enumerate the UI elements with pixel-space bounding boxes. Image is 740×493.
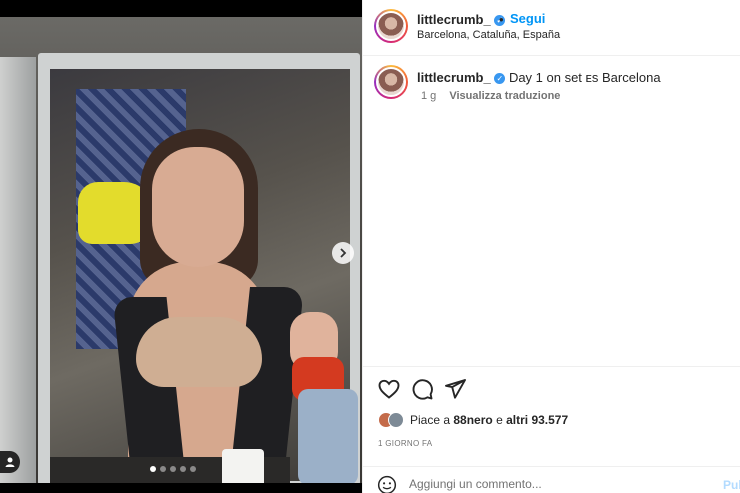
carousel-dot xyxy=(160,466,166,472)
carousel-dot xyxy=(170,466,176,472)
post-panel: littlecrumb_ ✓ • Segui Barcelona, Catalu… xyxy=(362,0,740,493)
blue-sleeve xyxy=(298,389,358,483)
comment-bar: Pul xyxy=(363,466,740,493)
caption-avatar[interactable] xyxy=(374,65,408,99)
caption-text-row: littlecrumb_ ✓ Day 1 on set ᴇs Barcelona xyxy=(417,70,661,85)
post-time-ago[interactable]: 1 GIORNO FA xyxy=(378,439,432,448)
translate-link[interactable]: Visualizza traduzione xyxy=(449,90,560,102)
post-actions: Piace a 88nero e altri 93.577 1 GIORNO F… xyxy=(363,366,740,466)
mirror-side-panel xyxy=(0,57,36,483)
comment-icon[interactable] xyxy=(410,377,434,401)
carousel-dots xyxy=(150,466,196,472)
author-username-row[interactable]: littlecrumb_ ✓ xyxy=(417,12,506,27)
next-slide-button[interactable] xyxy=(332,242,354,264)
author-avatar[interactable] xyxy=(374,9,408,43)
caption-time[interactable]: 1 g xyxy=(421,90,436,102)
likes-user[interactable]: 88nero xyxy=(453,413,492,427)
author-username[interactable]: littlecrumb_ xyxy=(417,12,491,27)
likes-others[interactable]: altri 93.577 xyxy=(506,413,568,427)
paper-cup xyxy=(222,449,264,483)
post-photo xyxy=(0,17,362,483)
heart-icon[interactable] xyxy=(377,377,401,401)
chevron-right-icon xyxy=(340,248,347,258)
likes-middle: e xyxy=(496,413,503,427)
figure-top xyxy=(136,317,262,387)
likes-prefix: Piace a xyxy=(410,413,451,427)
send-icon[interactable] xyxy=(443,377,467,401)
user-tag-icon xyxy=(5,457,15,467)
verified-badge-icon: ✓ xyxy=(494,73,506,84)
caption-body: Day 1 on set ᴇs Barcelona xyxy=(508,70,661,85)
likes-row: Piace a 88nero e altri 93.577 xyxy=(378,412,568,428)
figure-face xyxy=(152,147,244,267)
follow-button[interactable]: Segui xyxy=(510,11,545,26)
location-link[interactable]: Barcelona, Cataluña, España xyxy=(417,29,560,41)
post-comment-button[interactable]: Pul xyxy=(723,478,740,492)
emoji-icon[interactable] xyxy=(377,475,397,493)
carousel-dot xyxy=(150,466,156,472)
separator-dot: • xyxy=(499,12,504,27)
likes-text: Piace a 88nero e altri 93.577 xyxy=(410,413,568,427)
carousel-dot xyxy=(180,466,186,472)
liker-avatar[interactable] xyxy=(388,412,404,428)
comment-input[interactable] xyxy=(409,475,689,493)
user-tag-button[interactable] xyxy=(0,451,20,473)
carousel-dot xyxy=(190,466,196,472)
caption-username[interactable]: littlecrumb_ xyxy=(417,70,491,85)
caption-meta: 1 g Visualizza traduzione xyxy=(421,90,560,102)
post-header: littlecrumb_ ✓ • Segui Barcelona, Catalu… xyxy=(363,0,740,56)
post-media[interactable] xyxy=(0,0,362,493)
